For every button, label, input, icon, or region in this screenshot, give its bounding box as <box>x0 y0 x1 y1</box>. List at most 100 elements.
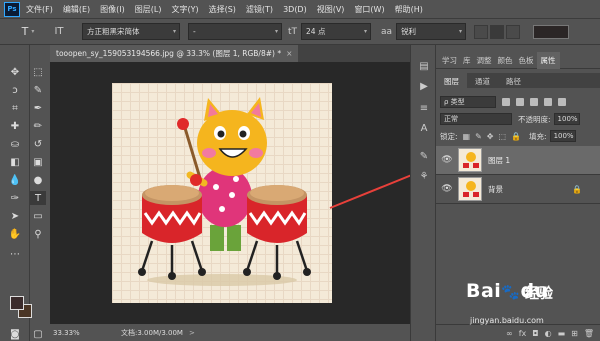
quick-select-tool-icon[interactable]: ✎ <box>30 83 46 97</box>
tab-learn[interactable]: 学习 <box>442 55 457 66</box>
menu-select[interactable]: 选择(S) <box>209 4 236 15</box>
status-menu-arrow[interactable]: > <box>189 329 195 337</box>
more-tools-icon[interactable]: ⋯ <box>7 247 23 261</box>
font-family-select[interactable]: 方正粗黑宋简体 ▾ <box>82 23 180 40</box>
filter-kind-value: ρ 类型 <box>444 98 465 106</box>
tool-preset-picker[interactable]: T ▾ <box>6 21 50 43</box>
history-brush-icon[interactable]: ↺ <box>30 137 46 151</box>
menu-edit[interactable]: 编辑(E) <box>63 4 90 15</box>
quick-mask-icon[interactable]: ◙ <box>7 327 23 341</box>
paw-icon: 🐾 <box>501 283 521 301</box>
tab-libraries[interactable]: 库 <box>463 55 471 66</box>
menu-layer[interactable]: 图层(L) <box>135 4 162 15</box>
chevron-down-icon: ▾ <box>172 28 176 35</box>
tools-panel: ✥ ⬚ ↄ ✎ ⌗ ✒ ✚ ✏ ⛀ ↺ ◧ ▣ 💧 ● ✑ T ➤ ▭ ✋ ⚲ … <box>0 45 46 341</box>
artboard[interactable] <box>112 83 332 303</box>
opacity-field[interactable]: 100% <box>553 113 580 125</box>
antialias-select[interactable]: 锐利 ▾ <box>396 23 467 40</box>
font-size-select[interactable]: 24 点 ▾ <box>301 23 372 40</box>
lasso-tool-icon[interactable]: ↄ <box>7 83 23 97</box>
eye-icon[interactable]: 👁 <box>440 155 454 165</box>
brush-panel-icon[interactable]: ✎ <box>417 149 431 163</box>
layer-row-background[interactable]: 👁 背景 🔒 <box>436 175 600 204</box>
menu-type[interactable]: 文字(Y) <box>171 4 198 15</box>
jingyan-label: 经验 <box>525 286 553 302</box>
move-tool-icon[interactable]: ✥ <box>7 65 23 79</box>
status-bar: 33.33% 文档:3.00M/3.00M > <box>50 324 410 341</box>
type-tool-icon[interactable]: T <box>30 191 46 205</box>
lock-position-icon[interactable]: ✥ <box>487 132 494 141</box>
hand-tool-icon[interactable]: ✋ <box>7 227 23 241</box>
menu-view[interactable]: 视图(V) <box>317 4 345 15</box>
menu-filter[interactable]: 滤镜(T) <box>246 4 273 15</box>
properties-panel-icon[interactable]: ▶ <box>417 79 431 93</box>
document-tab[interactable]: tooopen_sy_159053194566.jpg @ 33.3% (图层 … <box>50 45 299 62</box>
photoshop-logo[interactable]: Ps <box>4 1 20 17</box>
antialias-value: 锐利 <box>401 27 417 36</box>
dodge-tool-icon[interactable]: ● <box>30 173 46 187</box>
lock-artboard-icon[interactable]: ⬚ <box>499 132 507 141</box>
tab-swatches[interactable]: 色板 <box>519 55 534 66</box>
eye-icon[interactable]: 👁 <box>440 184 454 194</box>
watermark-url: jingyan.baidu.com <box>470 316 544 325</box>
tab-channels[interactable]: 通道 <box>467 73 498 88</box>
font-size-icon: tT <box>288 26 298 37</box>
shape-filter-icon[interactable] <box>544 98 552 106</box>
path-select-tool-icon[interactable]: ➤ <box>7 209 23 223</box>
zoom-tool-icon[interactable]: ⚲ <box>30 227 46 241</box>
smart-object-filter-icon[interactable] <box>558 98 566 106</box>
eraser-tool-icon[interactable]: ◧ <box>7 155 23 169</box>
clone-stamp-icon[interactable]: ⛀ <box>7 137 23 151</box>
lock-image-icon[interactable]: ✎ <box>475 132 482 141</box>
menu-3d[interactable]: 3D(D) <box>283 5 307 14</box>
lock-transparent-icon[interactable]: ▦ <box>463 132 471 141</box>
adjust-panel-icon[interactable]: ≡ <box>417 101 431 115</box>
menu-image[interactable]: 图像(I) <box>100 4 125 15</box>
pen-tool-icon[interactable]: ✑ <box>7 191 23 205</box>
canvas-area[interactable] <box>50 62 410 324</box>
baidu-jingyan-watermark: Bai🐾du 经验 jingyan.baidu.com <box>466 278 600 338</box>
screen-mode-icon[interactable]: ▢ <box>30 327 46 341</box>
tab-properties[interactable]: 属性 <box>536 52 560 69</box>
menu-help[interactable]: 帮助(H) <box>395 4 423 15</box>
shape-tool-icon[interactable]: ▭ <box>30 209 46 223</box>
character-panel-icon[interactable]: A <box>417 121 431 135</box>
history-panel-icon[interactable]: ▤ <box>417 59 431 73</box>
zoom-level[interactable]: 33.33% <box>53 329 113 337</box>
tab-paths[interactable]: 路径 <box>498 73 529 88</box>
healing-brush-icon[interactable]: ✚ <box>7 119 23 133</box>
layer-panel-tabs: 图层 通道 路径 <box>436 73 600 88</box>
gradient-tool-icon[interactable]: ▣ <box>30 155 46 169</box>
adjustment-filter-icon[interactable] <box>516 98 524 106</box>
foreground-color-swatch[interactable] <box>10 296 24 310</box>
opacity-value: 100% <box>557 115 578 123</box>
layer-row-layer1[interactable]: 👁 图层 1 <box>436 146 600 175</box>
tab-color[interactable]: 颜色 <box>498 55 513 66</box>
fill-field[interactable]: 100% <box>549 130 576 142</box>
align-right-button[interactable] <box>506 24 521 39</box>
align-center-button[interactable] <box>490 24 505 39</box>
layer-thumbnail <box>458 148 482 172</box>
text-color-swatch[interactable] <box>533 24 570 39</box>
menu-window[interactable]: 窗口(W) <box>354 4 384 15</box>
align-left-button[interactable] <box>474 24 489 39</box>
cartoon-cat-drummer-image <box>138 97 311 286</box>
menu-file[interactable]: 文件(F) <box>26 4 53 15</box>
pixel-filter-icon[interactable] <box>502 98 510 106</box>
lock-label: 锁定: <box>440 131 458 141</box>
blend-mode-select[interactable]: 正常 <box>440 113 512 125</box>
clone-source-icon[interactable]: ⚘ <box>417 169 431 183</box>
tab-adjustments[interactable]: 调整 <box>477 55 492 66</box>
crop-tool-icon[interactable]: ⌗ <box>7 101 23 115</box>
toggle-orientation-icon[interactable]: IT <box>50 23 68 41</box>
tab-layers[interactable]: 图层 <box>436 73 467 88</box>
close-icon[interactable]: × <box>286 49 292 58</box>
blur-tool-icon[interactable]: 💧 <box>7 173 23 187</box>
font-style-select[interactable]: - ▾ <box>188 23 282 40</box>
brush-tool-icon[interactable]: ✏ <box>30 119 46 133</box>
eyedropper-tool-icon[interactable]: ✒ <box>30 101 46 115</box>
lock-all-icon[interactable]: 🔒 <box>511 132 521 141</box>
layer-kind-filter[interactable]: ρ 类型 <box>440 96 496 108</box>
type-filter-icon[interactable] <box>530 98 538 106</box>
marquee-tool-icon[interactable]: ⬚ <box>30 65 46 79</box>
